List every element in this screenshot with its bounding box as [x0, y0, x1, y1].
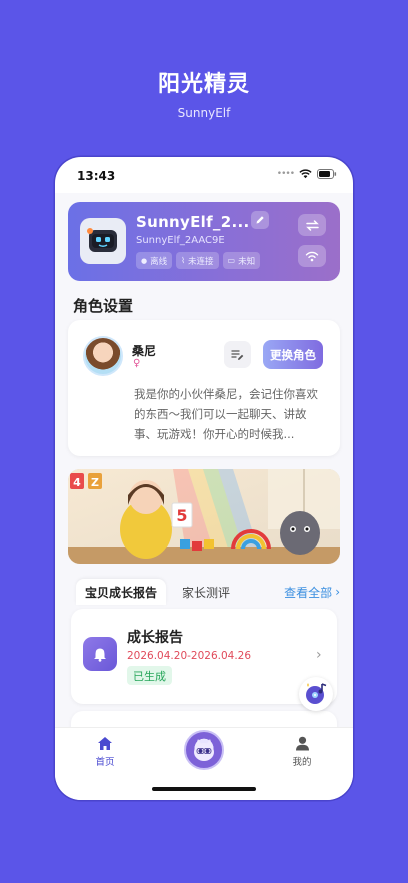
- banner-letter-4: 4: [73, 476, 81, 489]
- view-all-label: 查看全部: [284, 585, 333, 600]
- role-section-title: 角色设置: [73, 297, 134, 315]
- home-icon: [98, 737, 112, 750]
- tab-home[interactable]: 首页: [75, 736, 135, 768]
- report-icon: [83, 637, 117, 671]
- pencil-icon: [256, 216, 264, 224]
- edit-role-button[interactable]: [224, 341, 251, 368]
- female-icon: ♀: [133, 358, 141, 369]
- chip-label: 离线: [150, 256, 168, 267]
- status-bar: 13:43 ••••: [55, 157, 353, 193]
- wifi-icon: [305, 251, 319, 261]
- chip-label: 未连接: [188, 256, 214, 267]
- tab-parent-assessment[interactable]: 家长测评: [176, 579, 236, 605]
- swap-arrows-icon: [305, 219, 319, 231]
- promo-subtitle: SunnyElf: [177, 106, 231, 120]
- report-tabs: 宝贝成长报告 家长测评 查看全部 ›: [68, 577, 340, 609]
- signal-icon: ••••: [276, 169, 295, 179]
- promo-title: 阳光精灵: [157, 72, 250, 97]
- role-avatar: [83, 336, 123, 376]
- report-date-range: 2026.04.20-2026.04.26: [127, 650, 252, 662]
- device-avatar: [80, 218, 126, 264]
- banner-letter-5: 5: [176, 506, 187, 525]
- report-status-badge: 已生成: [127, 666, 172, 685]
- battery-icon: [317, 169, 337, 179]
- growth-report-card[interactable]: 成长报告 2026.04.20-2026.04.26 已生成 ›: [71, 609, 337, 704]
- role-card: 桑尼 ♀ 更换角色 我是你的小伙伴桑尼，会记住你喜欢的东西～我们可以一起聊天、讲…: [68, 320, 340, 456]
- status-chip-battery: ▭ 未知: [222, 252, 261, 269]
- network-settings-button[interactable]: [298, 245, 326, 267]
- change-role-button[interactable]: 更换角色: [263, 340, 323, 369]
- status-icons: ••••: [277, 169, 337, 179]
- status-time: 13:43: [77, 169, 116, 183]
- chip-label: 未知: [238, 256, 256, 267]
- promo-banner[interactable]: 4 Z 5: [68, 469, 340, 564]
- music-disc-icon: [306, 683, 327, 704]
- role-description: 我是你的小伙伴桑尼，会记住你喜欢的东西～我们可以一起聊天、讲故事、玩游戏！你开心…: [134, 387, 318, 441]
- edit-list-icon: [231, 349, 244, 360]
- role-name: 桑尼: [132, 344, 157, 358]
- tab-home-label: 首页: [95, 757, 115, 768]
- tab-growth-report[interactable]: 宝贝成长报告: [76, 579, 166, 605]
- mascot-icon: [194, 739, 214, 761]
- battery-small-icon: ▭: [227, 256, 236, 265]
- phone-frame: 13:43 •••• SunnyElf_2... SunnyElf_2AAC9E…: [55, 157, 353, 800]
- switch-device-button[interactable]: [298, 214, 326, 236]
- chevron-right-icon: ›: [316, 647, 322, 663]
- report-card-next[interactable]: [71, 711, 337, 727]
- device-name: SunnyElf_2...: [136, 213, 250, 231]
- view-all-link[interactable]: 查看全部 ›: [284, 579, 340, 605]
- tab-mine[interactable]: 我的: [272, 736, 332, 768]
- tab-center-character[interactable]: [184, 730, 224, 770]
- device-card[interactable]: SunnyElf_2... SunnyElf_2AAC9E ● 离线 ⌇ 未连接…: [68, 202, 340, 281]
- wifi-status-icon: [299, 169, 312, 179]
- edit-device-button[interactable]: [251, 211, 269, 229]
- banner-letter-z: Z: [91, 476, 99, 489]
- device-status-chips: ● 离线 ⌇ 未连接 ▭ 未知: [136, 252, 261, 269]
- music-player-button[interactable]: [299, 677, 333, 711]
- bell-icon: [94, 648, 106, 662]
- user-icon: [295, 736, 309, 751]
- status-chip-online: ● 离线: [136, 252, 173, 269]
- report-title: 成长报告: [127, 630, 183, 646]
- tab-mine-label: 我的: [292, 757, 312, 768]
- dot-icon: ●: [141, 256, 148, 265]
- wifi-off-icon: ⌇: [181, 256, 186, 265]
- chevron-right-icon: ›: [335, 585, 340, 599]
- main-content: SunnyElf_2... SunnyElf_2AAC9E ● 离线 ⌇ 未连接…: [55, 193, 353, 727]
- status-chip-connection: ⌇ 未连接: [176, 252, 219, 269]
- robot-icon: [87, 228, 117, 252]
- home-indicator: [152, 787, 256, 791]
- device-id: SunnyElf_2AAC9E: [136, 235, 225, 246]
- banner-illustration: 4 Z 5: [68, 469, 340, 564]
